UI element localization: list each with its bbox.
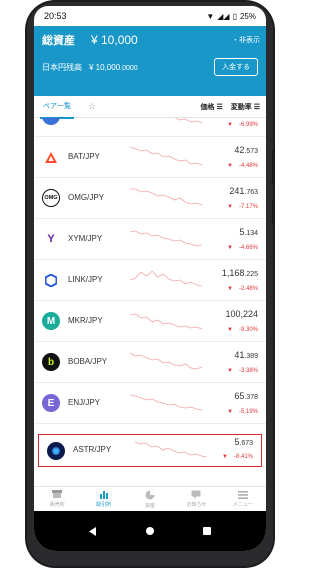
nav-assets[interactable]: 資産 bbox=[127, 487, 173, 511]
sparkline-chart bbox=[130, 188, 202, 206]
pair-row[interactable]: OMG OMG/JPY 241.763 ▼ -7.17% bbox=[34, 178, 266, 219]
down-arrow-icon: ▼ bbox=[227, 286, 233, 292]
enj-icon: E bbox=[42, 394, 60, 412]
deposit-button[interactable]: 入金する bbox=[214, 58, 258, 76]
volume-button bbox=[272, 150, 275, 184]
pair-row[interactable]: b BOBA/JPY 41.389 ▼ -3.38% bbox=[34, 342, 266, 383]
sparkline-chart bbox=[135, 441, 207, 458]
wifi-icon: ▼ bbox=[206, 11, 215, 21]
pair-row[interactable]: Y XYM/JPY 5.134 ▼ -4.66% bbox=[34, 219, 266, 260]
bottom-nav: 販売所 取引所 資産 お知らせ メニュー bbox=[34, 486, 266, 511]
battery-level: 25% bbox=[239, 11, 256, 21]
pair-price: 42.573 bbox=[234, 145, 258, 155]
pair-price: 1,168.225 bbox=[221, 268, 258, 278]
pair-row[interactable]: ASTR/JPY 5.673 ▼ -8.41% bbox=[38, 434, 262, 467]
bat-icon bbox=[42, 148, 60, 166]
message-icon bbox=[191, 490, 201, 499]
sparkline-chart bbox=[130, 270, 202, 287]
nav-shop[interactable]: 販売所 bbox=[34, 487, 80, 511]
nav-exchange[interactable]: 取引所 bbox=[80, 487, 126, 511]
sparkline-chart bbox=[130, 146, 202, 166]
clock: 20:53 bbox=[44, 11, 67, 21]
down-arrow-icon: ▼ bbox=[227, 122, 233, 128]
power-button bbox=[272, 200, 275, 224]
down-arrow-icon: ▼ bbox=[227, 409, 233, 415]
pair-change: ▼ -4.66% bbox=[227, 245, 258, 251]
pair-price: 5.134 bbox=[239, 227, 258, 237]
pair-name: BAT/JPY bbox=[68, 152, 100, 161]
pair-list: ▼ -6.99% BAT/JPY 42.573 ▼ -4.48% OMG OMG/J… bbox=[34, 118, 266, 486]
pie-chart-icon bbox=[145, 490, 155, 499]
astr-icon bbox=[47, 442, 65, 460]
pair-change: ▼ -6.99% bbox=[227, 122, 258, 128]
pair-price: 41.389 bbox=[234, 350, 258, 360]
pair-name: ASTR/JPY bbox=[73, 445, 112, 454]
total-assets-value: ¥ 10,000 bbox=[91, 33, 138, 47]
pair-name: MKR/JPY bbox=[68, 316, 103, 325]
pair-row[interactable]: LINK/JPY 1,168.225 ▼ -2.48% bbox=[34, 260, 266, 301]
pair-change: ▼ -3.38% bbox=[227, 368, 258, 374]
pair-change: ▼ -4.48% bbox=[227, 163, 258, 169]
pair-row[interactable]: M MKR/JPY 100,224 ▼ -9.30% bbox=[34, 301, 266, 342]
app-screen: 20:53 ▼ ◢◢ ▯ 25% 総資産 ¥ 10,000 ・非表示 日本円残高… bbox=[34, 6, 266, 551]
omg-icon: OMG bbox=[42, 189, 60, 207]
tab-favorites[interactable]: ☆ bbox=[88, 101, 96, 112]
down-arrow-icon: ▼ bbox=[227, 204, 233, 210]
sparkline-chart bbox=[168, 118, 202, 124]
hide-balance-button[interactable]: ・非表示 bbox=[232, 35, 260, 45]
pair-name: OMG/JPY bbox=[68, 193, 105, 202]
down-arrow-icon: ▼ bbox=[227, 368, 233, 374]
pair-row[interactable]: BAT/JPY 42.573 ▼ -4.48% bbox=[34, 137, 266, 178]
total-assets-label: 総資産 bbox=[42, 35, 75, 47]
pair-change: ▼ -9.30% bbox=[227, 327, 258, 333]
back-icon[interactable] bbox=[88, 526, 97, 536]
bar-chart-icon bbox=[99, 491, 108, 499]
recents-icon[interactable] bbox=[203, 527, 212, 535]
status-bar: 20:53 ▼ ◢◢ ▯ 25% bbox=[34, 6, 266, 26]
nav-notices[interactable]: お知らせ bbox=[173, 487, 219, 511]
menu-icon bbox=[237, 490, 248, 499]
pair-name: LINK/JPY bbox=[68, 275, 103, 284]
pair-row[interactable]: ▼ -6.99% bbox=[34, 118, 266, 137]
sparkline-chart bbox=[130, 230, 202, 247]
xym-icon: Y bbox=[42, 230, 60, 248]
sparkline-chart bbox=[130, 313, 202, 330]
boba-icon: b bbox=[42, 353, 60, 371]
tab-pair-list[interactable]: ペア一覧 bbox=[40, 96, 74, 119]
pair-change: ▼ -2.48% bbox=[227, 286, 258, 292]
jpy-balance-value: ¥ 10,000.0000 bbox=[89, 62, 138, 72]
pair-change: ▼ -8.41% bbox=[222, 454, 253, 460]
sparkline-chart bbox=[130, 352, 202, 370]
mkr-icon: M bbox=[42, 312, 60, 330]
pair-name: BOBA/JPY bbox=[68, 357, 108, 366]
sparkline-chart bbox=[130, 394, 202, 411]
nav-menu[interactable]: メニュー bbox=[220, 487, 266, 511]
pair-price: 100,224 bbox=[225, 309, 258, 319]
pair-price: 5.673 bbox=[234, 437, 253, 447]
pair-price: 65.378 bbox=[234, 391, 258, 401]
shop-icon bbox=[52, 490, 63, 498]
down-arrow-icon: ▼ bbox=[227, 163, 233, 169]
pair-row[interactable]: E ENJ/JPY 65.378 ▼ -5.19% bbox=[34, 383, 266, 424]
system-nav-bar bbox=[34, 511, 266, 551]
pair-name: ENJ/JPY bbox=[68, 398, 101, 407]
pair-change: ▼ -5.19% bbox=[227, 409, 258, 415]
jpy-balance-label: 日本円残高 bbox=[42, 62, 82, 72]
pair-change: ▼ -7.17% bbox=[227, 204, 258, 210]
home-icon[interactable] bbox=[145, 527, 154, 535]
down-arrow-icon: ▼ bbox=[222, 454, 228, 460]
sort-change-button[interactable]: 変動率 ☰ bbox=[231, 102, 260, 112]
pair-price: 241.763 bbox=[229, 186, 258, 196]
partial-coin-icon bbox=[42, 118, 60, 125]
sort-price-button[interactable]: 価格 ☰ bbox=[201, 102, 223, 112]
down-arrow-icon: ▼ bbox=[227, 245, 233, 251]
battery-icon: ▯ bbox=[232, 11, 237, 21]
link-icon bbox=[42, 271, 60, 289]
pair-name: XYM/JPY bbox=[68, 234, 103, 243]
down-arrow-icon: ▼ bbox=[227, 327, 233, 333]
signal-icon: ◢◢ bbox=[217, 11, 230, 21]
tab-bar: ペア一覧 ☆ 価格 ☰ 変動率 ☰ bbox=[34, 96, 266, 119]
balance-header: 総資産 ¥ 10,000 ・非表示 日本円残高 ¥ 10,000.0000 入金… bbox=[34, 26, 266, 96]
